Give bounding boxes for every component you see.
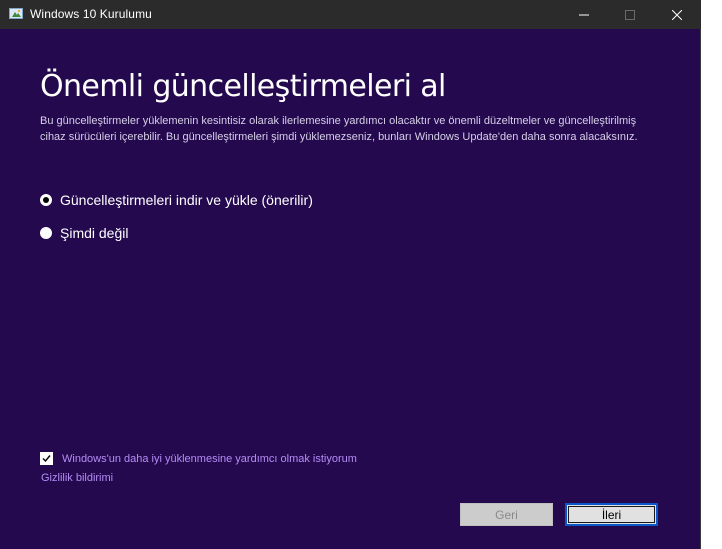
- page-title: Önemli güncelleştirmeleri al: [40, 69, 446, 104]
- maximize-button[interactable]: [607, 0, 653, 29]
- title-bar[interactable]: Windows 10 Kurulumu: [0, 0, 701, 29]
- feedback-checkbox[interactable]: [40, 452, 53, 465]
- page-description: Bu güncelleştirmeler yüklemenin kesintis…: [40, 115, 638, 143]
- window-title: Windows 10 Kurulumu: [30, 7, 152, 21]
- setup-window: Windows 10 Kurulumu Önemli güncelleştirm…: [0, 0, 701, 549]
- back-button[interactable]: Geri: [460, 503, 553, 526]
- radio-button-selected[interactable]: [40, 194, 52, 206]
- setup-content: Önemli güncelleştirmeleri al Bu güncelle…: [0, 29, 701, 549]
- privacy-statement-link[interactable]: Gizlilik bildirimi: [41, 472, 113, 484]
- option-download-and-install[interactable]: Güncelleştirmeleri indir ve yükle (öneri…: [40, 192, 313, 208]
- option-not-now[interactable]: Şimdi değil: [40, 225, 128, 241]
- setup-app-icon: [9, 7, 23, 21]
- minimize-button[interactable]: [561, 0, 607, 29]
- maximize-icon: [625, 9, 635, 20]
- option-label: Güncelleştirmeleri indir ve yükle (öneri…: [60, 192, 313, 208]
- option-label: Şimdi değil: [60, 225, 129, 241]
- minimize-icon: [579, 14, 589, 15]
- feedback-label: Windows'un daha iyi yüklenmesine yardımc…: [62, 452, 357, 465]
- checkmark-icon: [42, 455, 51, 463]
- close-button[interactable]: [653, 0, 701, 29]
- close-icon: [672, 9, 682, 20]
- next-button[interactable]: İleri: [565, 503, 658, 526]
- radio-button[interactable]: [40, 227, 52, 239]
- feedback-checkbox-row[interactable]: Windows'un daha iyi yüklenmesine yardımc…: [40, 452, 357, 465]
